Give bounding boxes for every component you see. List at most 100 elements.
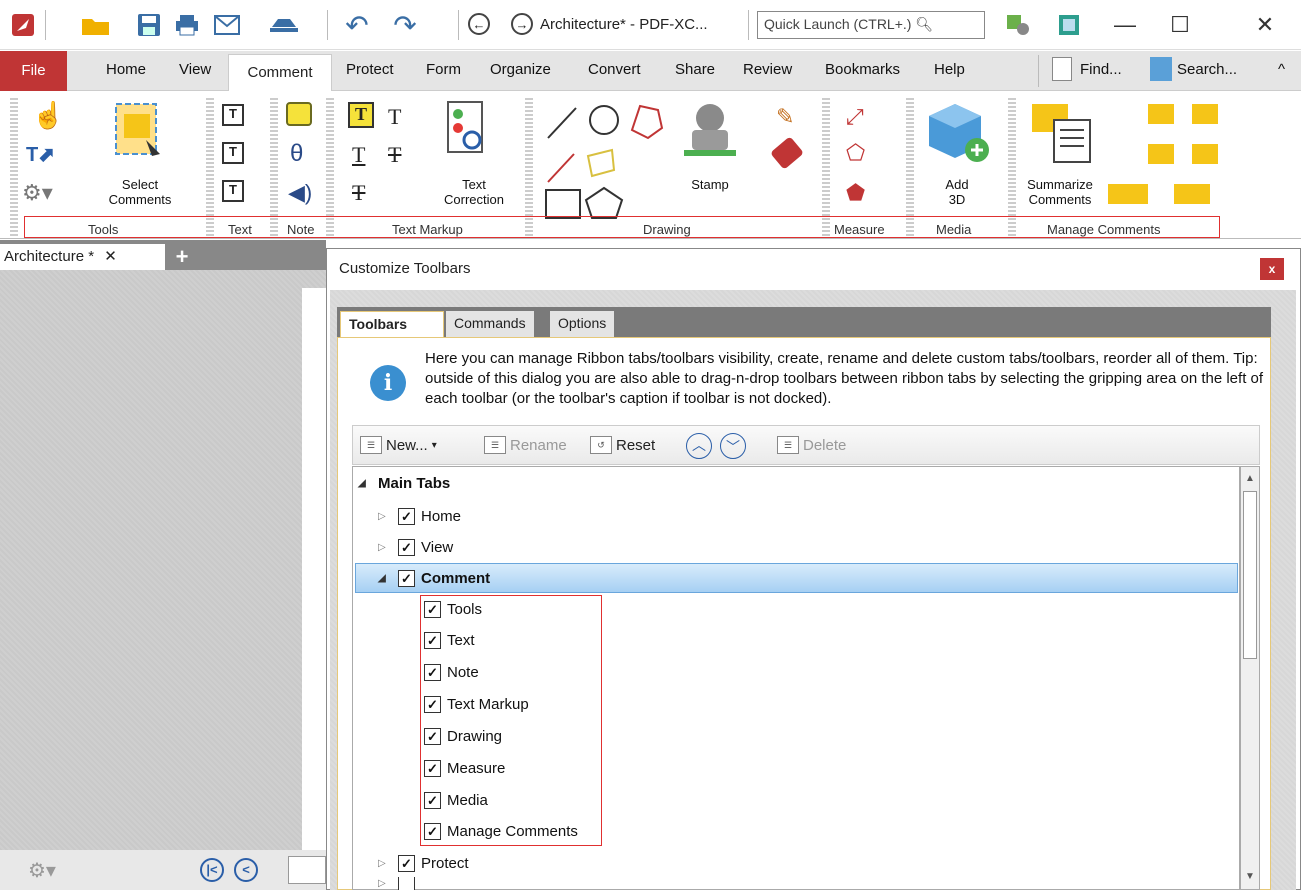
add-3d-label[interactable]: Add 3D xyxy=(935,177,979,207)
redo-icon[interactable]: ↷ xyxy=(385,10,425,41)
tab-options[interactable]: Options xyxy=(550,311,615,337)
customize-icon[interactable] xyxy=(995,10,1041,40)
tab-toolbars[interactable]: Toolbars xyxy=(340,311,444,337)
summarize-comments-label[interactable]: Summarize Comments xyxy=(1022,177,1098,207)
select-comments-label[interactable]: Select Comments xyxy=(100,177,180,207)
text-correction-label[interactable]: Text Correction xyxy=(428,177,520,207)
sound-icon[interactable]: ◀) xyxy=(288,180,312,206)
select-comments-icon[interactable] xyxy=(112,100,160,164)
replace-text-icon[interactable]: T xyxy=(352,180,365,206)
tree-scrollbar[interactable]: ▲ ▼ xyxy=(1240,466,1260,890)
open-folder-icon[interactable] xyxy=(78,10,114,40)
tab-view[interactable]: View xyxy=(179,61,211,78)
file-tab[interactable]: File xyxy=(0,51,67,91)
tab-help[interactable]: Help xyxy=(934,61,965,78)
tab-comment[interactable]: Comment xyxy=(228,54,332,92)
stamp-icon[interactable] xyxy=(680,100,740,160)
search-button[interactable]: Search... xyxy=(1177,61,1237,78)
stamp-label[interactable]: Stamp xyxy=(680,177,740,192)
underline-icon[interactable]: T xyxy=(388,104,401,130)
tab-bookmarks[interactable]: Bookmarks xyxy=(825,61,900,78)
text-box-icon[interactable]: T xyxy=(222,142,244,164)
fullscreen-icon[interactable] xyxy=(1055,10,1083,40)
attachment-icon[interactable]: θ xyxy=(290,140,303,168)
email-icon[interactable] xyxy=(207,10,247,40)
checkbox-home[interactable]: ✓ xyxy=(398,507,415,525)
save-icon[interactable] xyxy=(135,10,163,40)
tree-root-label: Main Tabs xyxy=(378,474,451,492)
delete-button[interactable]: ☰ Delete xyxy=(777,436,846,454)
dialog-close-button[interactable]: x xyxy=(1260,258,1284,280)
previous-page-icon[interactable]: < xyxy=(234,858,258,882)
tab-review[interactable]: Review xyxy=(743,61,792,78)
settings-icon[interactable]: ⚙▾ xyxy=(28,858,56,883)
zoom-tool-icon[interactable]: ⚙▾ xyxy=(22,180,53,206)
tab-home[interactable]: Home xyxy=(106,61,146,78)
quick-launch-input[interactable]: Quick Launch (CTRL+.) 🔍︎ xyxy=(757,11,985,39)
expand-icon[interactable]: ▷ xyxy=(378,542,392,553)
expand-icon[interactable]: ▷ xyxy=(378,858,392,869)
sticky-note-icon[interactable] xyxy=(286,102,312,126)
new-tab-icon[interactable]: + xyxy=(170,244,194,269)
tab-commands[interactable]: Commands xyxy=(446,311,534,337)
reset-icon: ↺ xyxy=(590,436,612,454)
summarize-comments-icon[interactable] xyxy=(1030,100,1100,164)
checkbox-view[interactable]: ✓ xyxy=(398,538,415,556)
tab-form[interactable]: Form xyxy=(426,61,461,78)
comment-styles-icon[interactable] xyxy=(1174,184,1210,204)
perimeter-icon[interactable]: ⬠ xyxy=(846,140,865,166)
tab-convert[interactable]: Convert xyxy=(588,61,641,78)
export-comments-icon[interactable] xyxy=(1192,104,1218,124)
text-correction-icon[interactable] xyxy=(446,100,486,160)
tree-item-home[interactable]: ▷ ✓ Home xyxy=(378,502,461,530)
tab-protect[interactable]: Protect xyxy=(346,61,394,78)
checkbox-protect[interactable]: ✓ xyxy=(398,854,415,872)
forward-icon[interactable]: → xyxy=(511,13,533,35)
find-button[interactable]: Find... xyxy=(1080,61,1122,78)
distance-icon[interactable]: ⤢ xyxy=(846,104,864,130)
undo-icon[interactable]: ↶ xyxy=(337,10,377,41)
reset-button[interactable]: ↺ Reset xyxy=(590,436,655,454)
document-canvas[interactable] xyxy=(0,270,326,850)
close-tab-icon[interactable]: ✕ xyxy=(104,248,117,265)
squiggly-icon[interactable]: T xyxy=(352,142,365,168)
add-3d-icon[interactable] xyxy=(925,100,989,164)
close-window-button[interactable]: ✕ xyxy=(1245,10,1285,40)
scan-icon[interactable] xyxy=(255,10,310,40)
maximize-button[interactable]: ☐ xyxy=(1160,10,1200,40)
typewriter-icon[interactable]: T xyxy=(222,104,244,126)
area-icon[interactable]: ⬟ xyxy=(846,180,865,206)
tree-item-view[interactable]: ▷ ✓ View xyxy=(378,533,453,561)
tab-share[interactable]: Share xyxy=(675,61,715,78)
print-icon[interactable] xyxy=(172,10,202,40)
minimize-button[interactable]: — xyxy=(1105,10,1145,40)
collapse-ribbon-icon[interactable]: ^ xyxy=(1278,61,1285,78)
pencil-icon[interactable]: ✎ xyxy=(776,104,794,130)
tree-item-protect[interactable]: ▷ ✓ Protect xyxy=(378,849,469,877)
expand-icon[interactable]: ▷ xyxy=(378,511,392,522)
document-tab[interactable]: Architecture * ✕ xyxy=(0,244,165,270)
strikeout-icon[interactable]: T xyxy=(388,142,401,168)
import-comments-icon[interactable] xyxy=(1148,104,1174,124)
move-down-icon[interactable]: ﹀ xyxy=(720,433,746,459)
rename-button[interactable]: ☰ Rename xyxy=(484,436,567,454)
collapse-icon[interactable]: ◢ xyxy=(378,573,392,584)
highlight-icon[interactable]: T xyxy=(348,102,374,128)
checkbox-comment[interactable]: ✓ xyxy=(398,569,415,587)
new-button[interactable]: ☰ New... ▾ xyxy=(360,436,437,454)
back-icon[interactable]: ← xyxy=(468,13,490,35)
first-page-icon[interactable]: |< xyxy=(200,858,224,882)
tree-item-comment[interactable]: ◢ ✓ Comment xyxy=(378,564,490,592)
callout-icon[interactable]: T xyxy=(222,180,244,202)
scrollbar-thumb[interactable] xyxy=(1243,491,1257,659)
move-up-icon[interactable]: ︿ xyxy=(686,433,712,459)
tree-root-main-tabs[interactable]: ◢ Main Tabs xyxy=(358,469,450,497)
page-number-input[interactable] xyxy=(288,856,326,884)
hand-tool-icon[interactable]: ☝ xyxy=(32,100,64,131)
tab-organize[interactable]: Organize xyxy=(490,61,551,78)
flatten-comments-icon[interactable] xyxy=(1148,144,1174,164)
comment-list-icon[interactable] xyxy=(1192,144,1218,164)
collapse-icon[interactable]: ◢ xyxy=(358,478,372,489)
show-comments-icon[interactable] xyxy=(1108,184,1148,204)
select-text-icon[interactable]: T⬈ xyxy=(26,142,55,167)
